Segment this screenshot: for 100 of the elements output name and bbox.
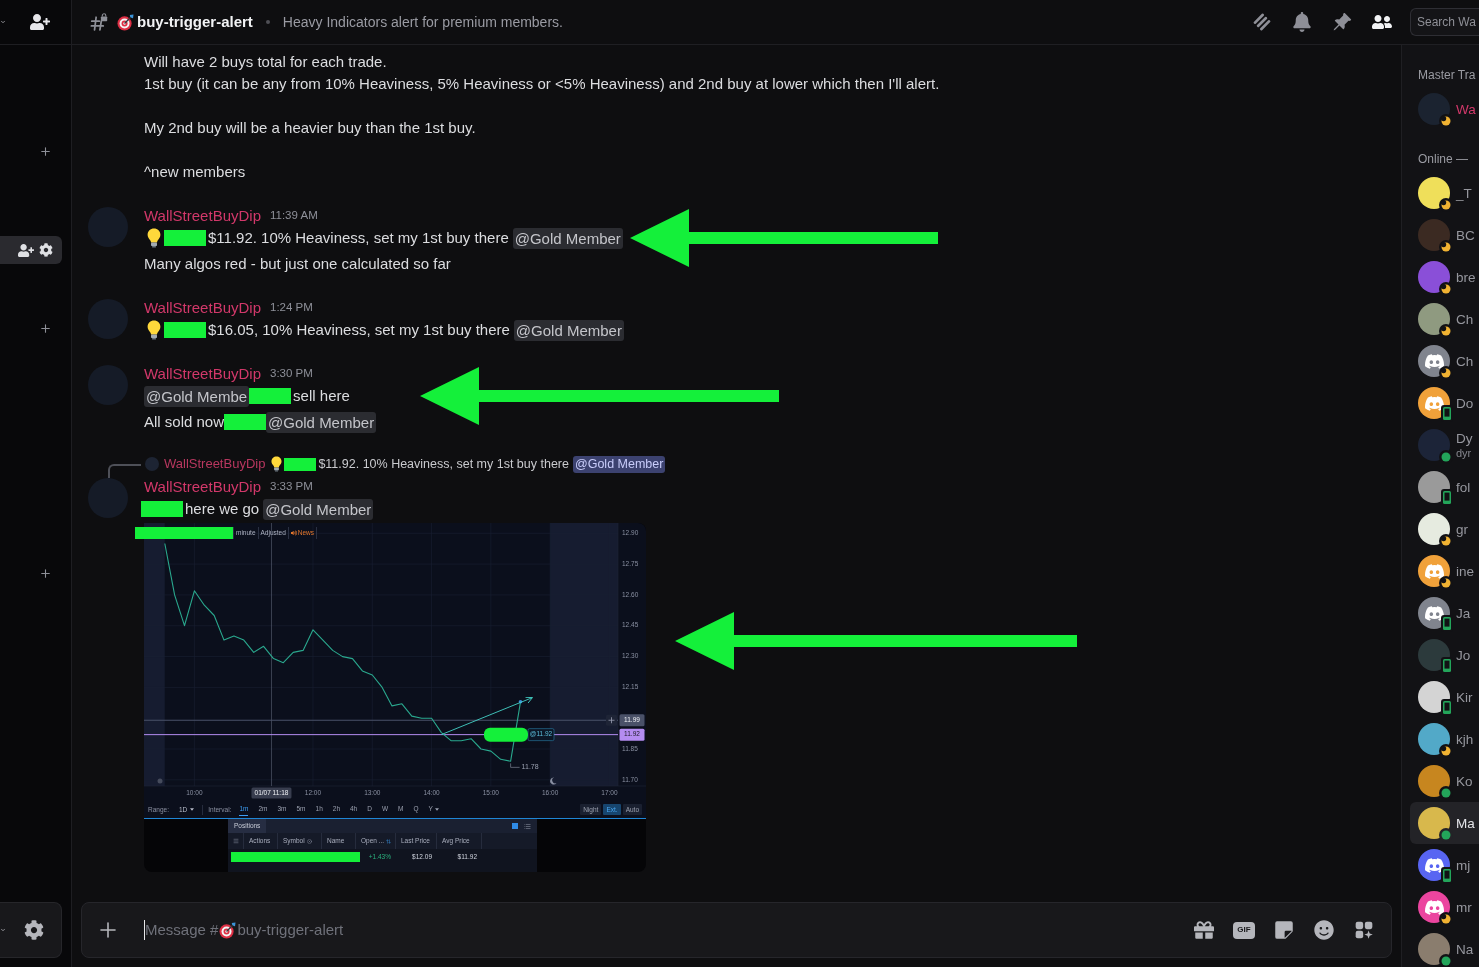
message-text: ^new members xyxy=(144,162,246,182)
member-item[interactable]: mr xyxy=(1410,886,1479,928)
author-name[interactable]: WallStreetBuyDip xyxy=(144,204,261,228)
sticker-icon[interactable] xyxy=(1273,920,1295,940)
member-name: Wa xyxy=(1456,100,1476,118)
avatar-photo[interactable] xyxy=(1418,933,1450,965)
add-alert-icon[interactable] xyxy=(606,714,617,726)
role-mention[interactable]: @Gold Member xyxy=(263,498,374,520)
message-text: here we go xyxy=(185,499,260,519)
default-avatar[interactable] xyxy=(1418,891,1450,923)
member-item[interactable]: Ch xyxy=(1410,298,1479,340)
member-item[interactable]: kjh xyxy=(1410,718,1479,760)
bell-icon[interactable] xyxy=(1292,12,1312,32)
emoji-icon[interactable] xyxy=(1313,920,1335,940)
role-mention[interactable]: @Gold Member xyxy=(573,455,666,473)
member-name: bre xyxy=(1456,268,1476,286)
message-timestamp: 1:24 PM xyxy=(270,300,313,316)
target-icon xyxy=(219,921,237,939)
logo-icon xyxy=(1424,353,1444,369)
locked-channel-icon xyxy=(89,13,108,31)
plus-icon[interactable] xyxy=(39,145,52,158)
person-add-icon[interactable] xyxy=(30,14,50,30)
avatar-photo[interactable] xyxy=(1418,177,1450,209)
message-text: 1st buy (it can be any from 10% Heaviness, 5% Heaviness or <5% Heaviness) and 2nd buy at lower which then I'll alert. xyxy=(144,74,940,94)
member-item[interactable]: Do xyxy=(1410,382,1479,424)
gift-icon[interactable] xyxy=(1193,920,1215,940)
message-text: Many algos red - but just one calculated so far xyxy=(144,254,451,274)
person-add-icon[interactable] xyxy=(18,243,34,257)
member-item[interactable]: BC xyxy=(1410,214,1479,256)
member-name: Kir xyxy=(1456,688,1473,706)
avatar-photo[interactable] xyxy=(1418,303,1450,335)
member-item[interactable]: Ma xyxy=(1410,802,1479,844)
clear-icon[interactable] xyxy=(306,838,312,844)
member-name: _T xyxy=(1456,184,1472,202)
member-item[interactable]: Jo xyxy=(1410,634,1479,676)
default-avatar[interactable] xyxy=(1418,555,1450,587)
role-mention[interactable]: @Gold Member xyxy=(266,411,377,433)
member-item[interactable]: fol xyxy=(1410,466,1479,508)
avatar-photo[interactable] xyxy=(1418,723,1450,755)
plus-icon[interactable] xyxy=(39,567,52,580)
member-name: Ch xyxy=(1456,310,1474,328)
reply-author[interactable]: WallStreetBuyDip xyxy=(164,454,266,474)
member-item[interactable]: Wa xyxy=(1410,88,1479,130)
member-name: BC xyxy=(1456,226,1475,244)
dot-icon xyxy=(157,778,163,784)
member-item[interactable]: Ch xyxy=(1410,340,1479,382)
role-mention[interactable]: @Gold Member xyxy=(512,227,623,249)
message-input[interactable]: Message # buy-trigger-alert xyxy=(144,918,1193,942)
pin-icon[interactable] xyxy=(1332,12,1352,32)
settings-icon[interactable] xyxy=(24,920,44,940)
gif-button[interactable]: GIF xyxy=(1233,921,1255,939)
message-text: sell here xyxy=(293,386,350,406)
avatar-photo[interactable] xyxy=(1418,807,1450,839)
panel-toggle-icon[interactable] xyxy=(512,823,518,829)
role-mention[interactable]: @Gold Membe xyxy=(144,385,250,407)
avatar-photo[interactable] xyxy=(1418,219,1450,251)
role-mention[interactable]: @Gold Member xyxy=(513,319,624,341)
avatar-photo[interactable] xyxy=(1418,93,1450,125)
chevron-icon[interactable] xyxy=(0,927,6,933)
default-avatar[interactable] xyxy=(1418,345,1450,377)
avatar-photo[interactable] xyxy=(1418,765,1450,797)
message-text: Will have 2 buys total for each trade. xyxy=(144,52,387,72)
sort-icon[interactable] xyxy=(386,838,392,844)
redaction-mark xyxy=(224,414,267,430)
light-bulb-icon xyxy=(271,456,283,472)
logo-icon xyxy=(1424,857,1444,873)
list-icon[interactable] xyxy=(524,822,531,830)
message-text: $11.92. 10% Heaviness, set my 1st buy there xyxy=(208,228,509,248)
target-icon xyxy=(117,13,134,31)
member-item[interactable]: mj xyxy=(1410,844,1479,886)
author-name[interactable]: WallStreetBuyDip xyxy=(144,475,261,499)
channel-name: buy-trigger-alert xyxy=(137,11,253,32)
message-timestamp: 3:33 PM xyxy=(270,479,313,495)
threads-icon[interactable] xyxy=(1252,12,1272,32)
avatar-photo[interactable] xyxy=(1418,261,1450,293)
chevron-icon[interactable] xyxy=(0,19,6,25)
settings-icon[interactable] xyxy=(39,243,53,257)
member-item[interactable]: Na xyxy=(1410,928,1479,967)
apps-icon[interactable] xyxy=(1353,920,1375,940)
author-name[interactable]: WallStreetBuyDip xyxy=(144,362,261,386)
author-name[interactable]: WallStreetBuyDip xyxy=(144,296,261,320)
avatar-photo[interactable] xyxy=(1418,513,1450,545)
member-item[interactable]: Ja xyxy=(1410,592,1479,634)
members-icon[interactable] xyxy=(1372,12,1392,32)
channel-item[interactable] xyxy=(0,236,62,264)
plus-icon[interactable] xyxy=(39,322,52,335)
logo-icon xyxy=(1424,395,1444,411)
member-item[interactable]: bre xyxy=(1410,256,1479,298)
member-name: mj xyxy=(1456,856,1471,874)
search-field[interactable]: Search Wa xyxy=(1410,8,1479,36)
member-item[interactable]: Dy dyr xyxy=(1410,424,1479,466)
member-item[interactable]: Kir xyxy=(1410,676,1479,718)
member-item[interactable]: Ko xyxy=(1410,760,1479,802)
channel-topic: Heavy Indicators alert for premium members. xyxy=(282,12,563,32)
member-group-header: Online — xyxy=(1417,151,1470,167)
member-item[interactable]: ine xyxy=(1410,550,1479,592)
avatar-photo[interactable] xyxy=(1418,429,1450,461)
logo-icon xyxy=(1424,899,1444,915)
member-item[interactable]: gr xyxy=(1410,508,1479,550)
member-item[interactable]: _T xyxy=(1410,172,1479,214)
